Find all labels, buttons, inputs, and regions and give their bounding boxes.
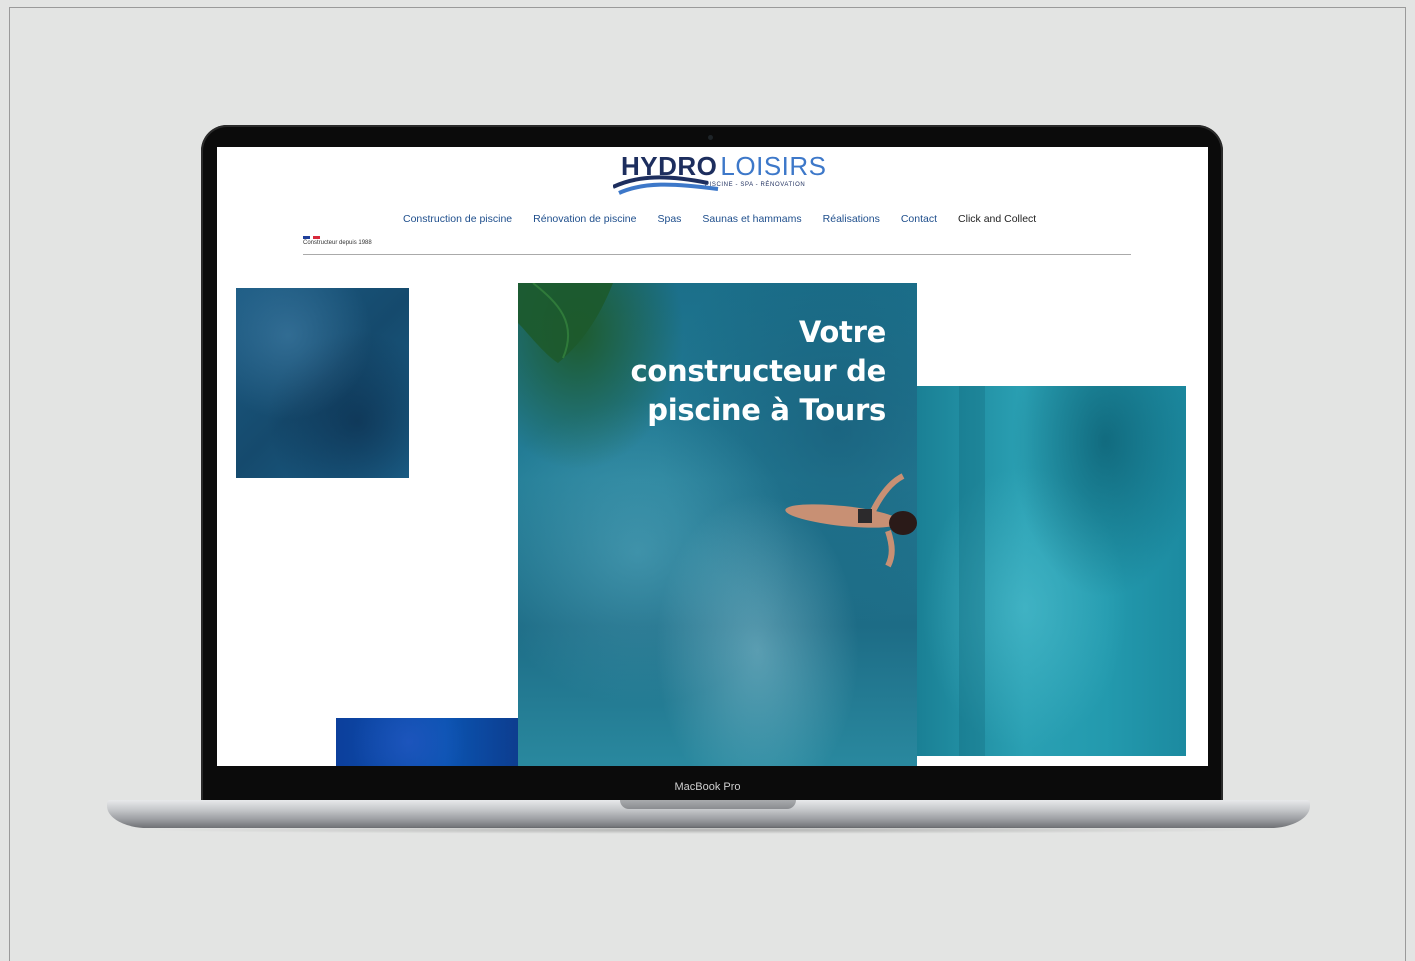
nav-spas[interactable]: Spas	[657, 213, 681, 225]
pool-water-image	[336, 718, 518, 766]
pool-aerial-image	[917, 386, 1186, 756]
device-label: MacBook Pro	[674, 781, 741, 793]
pool-lane	[959, 386, 985, 756]
nav-renovation[interactable]: Rénovation de piscine	[533, 213, 636, 225]
nav-contact[interactable]: Contact	[901, 213, 937, 225]
logo-wordmark: HYDRO LOISIRS	[621, 151, 827, 182]
laptop-notch	[620, 800, 796, 809]
main-nav: Construction de piscine Rénovation de pi…	[403, 213, 1036, 225]
french-flag-icon	[303, 236, 320, 239]
nav-click-and-collect[interactable]: Click and Collect	[958, 213, 1036, 225]
laptop-screen: HYDRO LOISIRS PISCINE - SPA - RÉNOVATION …	[217, 147, 1208, 766]
hero-title: Votre constructeur de piscine à Tours	[630, 315, 886, 427]
nav-saunas[interactable]: Saunas et hammams	[702, 213, 801, 225]
swimmer-icon	[785, 473, 917, 568]
laptop-shadow	[140, 826, 1275, 834]
logo-hydro: HYDRO	[621, 151, 718, 181]
hero-image: Votre constructeur de piscine à Tours	[518, 283, 917, 766]
header-divider	[303, 254, 1131, 255]
camera-icon	[708, 135, 713, 140]
logo-tagline: PISCINE - SPA - RÉNOVATION	[705, 182, 806, 188]
nav-realisations[interactable]: Réalisations	[823, 213, 880, 225]
logo-loisirs: LOISIRS	[720, 151, 827, 181]
since-label: Constructeur depuis 1988	[303, 240, 372, 246]
site-logo[interactable]: HYDRO LOISIRS PISCINE - SPA - RÉNOVATION	[613, 151, 828, 195]
nav-construction[interactable]: Construction de piscine	[403, 213, 512, 225]
pool-tile-image	[236, 288, 409, 478]
